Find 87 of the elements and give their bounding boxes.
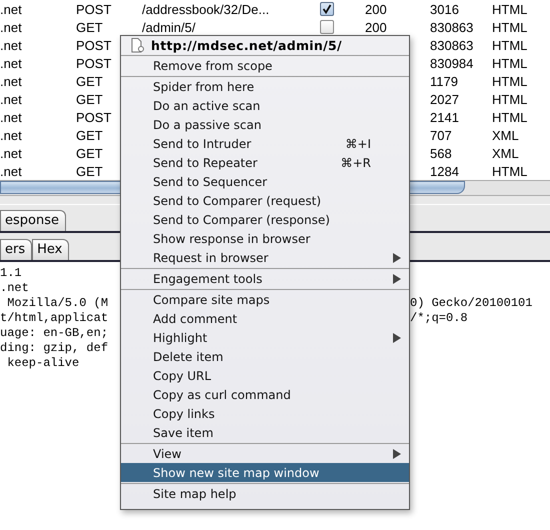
table-cell: .net: [0, 20, 22, 34]
tab[interactable]: esponse: [0, 210, 66, 231]
table-cell: POST: [76, 2, 112, 16]
menu-item[interactable]: Remove from scope: [121, 56, 409, 75]
menu-item[interactable]: Send to Comparer (request): [121, 191, 409, 210]
table-cell: 200: [365, 20, 387, 34]
message-text: uage: en-GB,en;: [0, 326, 108, 340]
table-cell: .net: [0, 56, 22, 70]
table-cell: .net: [0, 92, 22, 106]
table-cell: 200: [365, 2, 387, 16]
table-cell: GET: [76, 164, 103, 178]
table-cell: HTML: [492, 2, 528, 16]
menu-item[interactable]: Delete item: [121, 347, 409, 366]
table-cell: GET: [76, 20, 103, 34]
table-cell: GET: [76, 74, 103, 88]
menu-item[interactable]: Copy as curl command: [121, 385, 409, 404]
message-text: ding: gzip, def: [0, 340, 108, 354]
checkbox[interactable]: [320, 20, 334, 34]
menu-item[interactable]: Send to Repeater ⌘+R: [121, 153, 409, 172]
table-cell: .net: [0, 146, 22, 160]
table-cell: POST: [76, 56, 112, 70]
tab[interactable]: ers: [0, 239, 32, 260]
table-cell: 1284: [430, 164, 459, 178]
table-cell: .net: [0, 110, 22, 124]
table-cell: HTML: [492, 110, 528, 124]
message-text: 0) Gecko/20100101: [410, 296, 532, 310]
menu-item[interactable]: Send to Comparer (response): [121, 210, 409, 229]
table-cell: XML: [492, 128, 519, 142]
message-text: keep-alive: [6, 356, 80, 370]
message-text: 1.1: [0, 266, 22, 280]
table-cell: 1179: [430, 74, 458, 88]
table-cell: /addressbook/32/De...: [142, 2, 270, 16]
table-cell: 707: [430, 128, 452, 142]
menu-item[interactable]: Compare site maps: [121, 290, 409, 309]
menu-item[interactable]: Request in browser: [121, 248, 409, 267]
menu-item[interactable]: Engagement tools: [121, 269, 409, 288]
menu-item[interactable]: Send to Sequencer: [121, 172, 409, 191]
table-cell: 3016: [430, 2, 459, 16]
table-cell: XML: [492, 146, 519, 160]
table-cell: .net: [0, 128, 22, 142]
table-cell: GET: [76, 146, 103, 160]
table-cell: .net: [0, 38, 22, 52]
table-cell: HTML: [492, 38, 528, 52]
message-text: /*;q=0.8: [410, 310, 468, 324]
table-cell: 2027: [430, 92, 459, 106]
table-cell: .net: [0, 164, 22, 178]
menu-item[interactable]: Do an active scan: [121, 96, 409, 115]
table-cell: HTML: [492, 74, 528, 88]
tab[interactable]: Hex: [32, 239, 70, 260]
table-cell: 830863: [430, 20, 474, 34]
menu-item[interactable]: Site map help: [121, 484, 409, 503]
table-cell: POST: [76, 110, 112, 124]
menu-item[interactable]: Add comment: [121, 309, 409, 328]
submenu-arrow-icon: [393, 332, 401, 342]
menu-item[interactable]: Do a passive scan: [121, 115, 409, 134]
table-cell: POST: [76, 38, 112, 52]
message-text: Mozilla/5.0 (M: [6, 296, 108, 310]
message-text: .net: [0, 280, 29, 294]
menu-item[interactable]: Copy URL: [121, 366, 409, 385]
document-icon: [131, 38, 145, 53]
submenu-arrow-icon: [393, 448, 401, 458]
submenu-arrow-icon: [393, 274, 401, 284]
menu-item[interactable]: Highlight: [121, 328, 409, 347]
menu-item[interactable]: Show response in browser: [121, 229, 409, 248]
menu-item[interactable]: Spider from here: [121, 77, 409, 96]
message-text: t/html,applicat: [0, 310, 108, 324]
table-cell: HTML: [492, 20, 528, 34]
table-cell: HTML: [492, 164, 528, 178]
table-cell: HTML: [492, 56, 528, 70]
checkbox[interactable]: [320, 2, 334, 16]
table-cell: /admin/5/: [142, 20, 196, 34]
menu-title: http://mdsec.net/admin/5/: [151, 38, 342, 53]
table-cell: 2141: [430, 110, 459, 124]
table-cell: 830984: [430, 56, 474, 70]
table-cell: 568: [430, 146, 452, 160]
table-cell: 830863: [430, 38, 474, 52]
menu-item[interactable]: Save item: [121, 423, 409, 442]
menu-item[interactable]: Copy links: [121, 404, 409, 423]
table-cell: .net: [0, 2, 22, 16]
table-cell: GET: [76, 128, 103, 142]
menu-item[interactable]: Send to Intruder ⌘+I: [121, 134, 409, 153]
table-cell: HTML: [492, 92, 528, 106]
table-cell: .net: [0, 74, 22, 88]
menu-item[interactable]: View: [121, 444, 409, 463]
menu-item[interactable]: Show new site map window: [121, 463, 409, 482]
table-cell: GET: [76, 92, 103, 106]
submenu-arrow-icon: [393, 252, 401, 262]
